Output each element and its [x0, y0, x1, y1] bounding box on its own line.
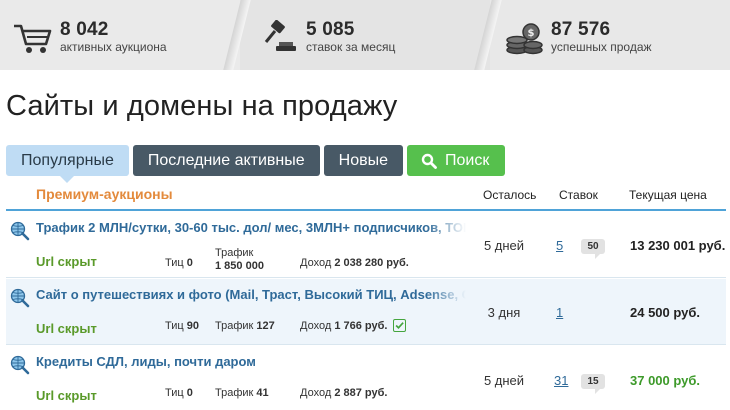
current-price: 24 500 руб. [630, 305, 701, 320]
auction-title: Кредиты СДЛ, лиды, почти даром [36, 354, 256, 369]
income-info: Доход 1 766 руб. [300, 320, 387, 332]
bids-count-link[interactable]: 5 [556, 238, 563, 253]
traffic-label: Трафик [215, 247, 254, 259]
income-label: Доход [300, 320, 332, 332]
time-left: 3 дня [487, 305, 521, 320]
verified-check-icon [393, 319, 406, 332]
stats-bar: 8 042 активных аукциона 5 085 ставок за … [0, 0, 730, 70]
tic-info: Тиц 0 [165, 387, 193, 399]
stat-bids-month: 5 085 ставок за месяц [258, 20, 395, 56]
search-icon [421, 153, 437, 169]
stat-active-auctions: 8 042 активных аукциона [12, 20, 167, 56]
time-left: 5 дней [483, 238, 525, 253]
search-button-label: Поиск [445, 152, 490, 169]
tic-value: 0 [186, 257, 193, 269]
bids-count-link[interactable]: 1 [556, 305, 563, 320]
auction-title-link[interactable]: Кредиты СДЛ, лиды, почти даром [36, 354, 466, 369]
stat-value: 5 085 [306, 19, 355, 40]
income-value: 1 766 руб. [334, 320, 388, 332]
page-title: Сайты и домены на продажу [6, 90, 398, 122]
col-header-left: Осталось [483, 188, 537, 202]
auction-title-link[interactable]: Сайт о путешествиях и фото (Mail, Траст,… [36, 287, 466, 302]
premium-section-label: Премиум-аукционы [36, 186, 173, 202]
filter-tabs: Популярные Последние активные Новые Поис… [6, 145, 509, 183]
url-hidden-label: Url скрыт [36, 254, 97, 269]
traffic-value: 41 [256, 387, 269, 399]
tic-label: Тиц [165, 257, 184, 269]
tic-label: Тиц [165, 387, 184, 399]
tab-new[interactable]: Новые [323, 145, 404, 176]
globe-search-icon [10, 355, 30, 375]
col-header-bids: Ставок [559, 188, 598, 202]
comments-count-badge[interactable]: 50 [581, 239, 605, 259]
stat-label: успешных продаж [551, 40, 652, 54]
table-row: Кредиты СДЛ, лиды, почти даром Url скрыт… [6, 346, 726, 410]
tab-popular[interactable]: Популярные [6, 145, 129, 183]
traffic-info: Трафик 41 [215, 387, 269, 399]
table-row: Трафик 2 МЛН/сутки, 30-60 тыс. дол/ мес,… [6, 212, 726, 278]
coins-icon: $ [506, 23, 543, 55]
bids-count-link[interactable]: 31 [554, 373, 568, 388]
tic-value: 90 [186, 320, 199, 332]
traffic-info: Трафик 1 850 000 [215, 247, 264, 273]
traffic-value: 127 [256, 320, 275, 332]
col-header-price: Текущая цена [629, 188, 707, 202]
url-hidden-label: Url скрыт [36, 321, 97, 336]
income-value: 2 038 280 руб. [334, 257, 409, 269]
traffic-label: Трафик [215, 387, 254, 399]
tic-value: 0 [186, 387, 193, 399]
traffic-label: Трафик [215, 320, 254, 332]
stat-value: 87 576 [551, 19, 611, 40]
gavel-icon [264, 20, 296, 51]
url-hidden-label: Url скрыт [36, 388, 97, 403]
income-info: Доход 2 038 280 руб. [300, 257, 409, 269]
tic-label: Тиц [165, 320, 184, 332]
time-left: 5 дней [483, 373, 525, 388]
income-info: Доход 2 887 руб. [300, 387, 387, 399]
comments-count-badge[interactable]: 15 [581, 374, 605, 394]
stat-label: активных аукциона [60, 40, 167, 54]
auctions-table-header: Премиум-аукционы Осталось Ставок Текущая… [6, 185, 726, 211]
auction-title: Сайт о путешествиях и фото (Mail, Траст,… [36, 287, 466, 302]
tic-info: Тиц 0 [165, 257, 193, 269]
stat-value: 8 042 [60, 19, 109, 40]
tab-recent-active[interactable]: Последние активные [132, 145, 320, 176]
cart-icon [14, 24, 52, 53]
auction-title: Трафик 2 МЛН/сутки, 30-60 тыс. дол/ мес,… [36, 220, 466, 235]
stat-label: ставок за месяц [306, 40, 396, 54]
table-row: Сайт о путешествиях и фото (Mail, Траст,… [6, 279, 726, 345]
current-price: 13 230 001 руб. [630, 238, 726, 253]
income-value: 2 887 руб. [334, 387, 388, 399]
traffic-value: 1 850 000 [215, 260, 264, 272]
stat-successful-sales: $ 87 576 успешных продаж [503, 20, 652, 56]
globe-search-icon [10, 288, 30, 308]
globe-search-icon [10, 221, 30, 241]
tic-info: Тиц 90 [165, 320, 199, 332]
traffic-info: Трафик 127 [215, 320, 275, 332]
auction-title-link[interactable]: Трафик 2 МЛН/сутки, 30-60 тыс. дол/ мес,… [36, 220, 466, 235]
search-button[interactable]: Поиск [407, 145, 506, 176]
svg-text:$: $ [528, 28, 535, 39]
current-price: 37 000 руб. [630, 373, 701, 388]
income-label: Доход [300, 257, 332, 269]
income-label: Доход [300, 387, 332, 399]
